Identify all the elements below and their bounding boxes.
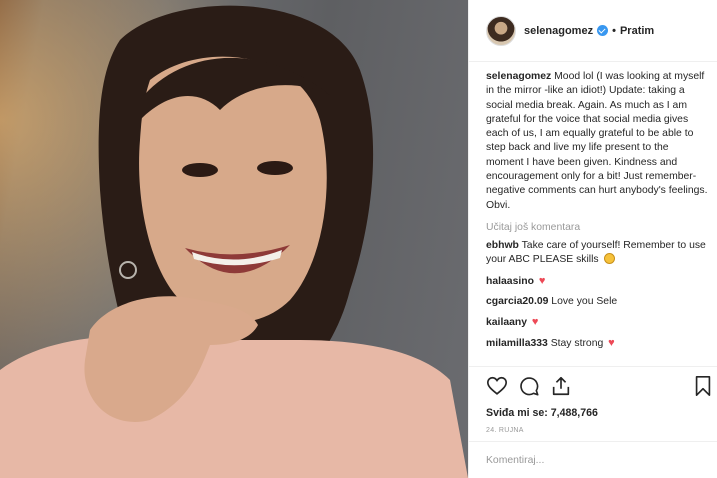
post-side-panel: selenagomez • Pratim selenagomez Mood lo…: [468, 0, 717, 478]
share-icon[interactable]: [550, 375, 572, 397]
comment-item: milamilla333 Stay strong ♥: [486, 336, 708, 351]
post-date[interactable]: 24. RUJNA: [486, 427, 524, 434]
likes-count[interactable]: Sviđa mi se: 7,488,766: [486, 407, 598, 419]
comment-item: kailaany ♥: [486, 315, 708, 330]
heart-emoji-icon: ♥: [608, 337, 615, 350]
separator-dot: •: [612, 24, 616, 37]
follow-button[interactable]: Pratim: [620, 25, 654, 37]
smile-emoji-icon: [603, 253, 615, 265]
comment-item: ebhwb Take care of yourself! Remember to…: [486, 239, 708, 268]
avatar[interactable]: [486, 15, 516, 46]
comment-username[interactable]: cgarcia20.09: [486, 296, 548, 307]
comment-item: halaasino ♥: [486, 274, 708, 289]
instagram-post: selenagomez • Pratim selenagomez Mood lo…: [0, 0, 717, 478]
comment-username[interactable]: halaasino: [486, 276, 534, 287]
comment-item: cgarcia20.09 Love you Sele: [486, 295, 708, 309]
header-username[interactable]: selenagomez: [524, 25, 593, 37]
comment-username[interactable]: ebhwb: [486, 240, 519, 251]
caption-text: Mood lol (I was looking at myself in the…: [486, 71, 708, 211]
action-icons: [486, 375, 572, 397]
load-more-comments-button[interactable]: Učitaj još komentara: [486, 222, 708, 233]
caption: selenagomez Mood lol (I was looking at m…: [486, 70, 708, 213]
comments-section: selenagomez Mood lol (I was looking at m…: [486, 70, 708, 352]
comment-text: Take care of yourself! Remember to use y…: [486, 239, 706, 266]
comment-input[interactable]: [486, 455, 701, 466]
comment-username[interactable]: kailaany: [486, 317, 527, 328]
comment-text: Love you Sele: [551, 295, 618, 307]
comment-text: Stay strong: [550, 338, 604, 350]
comment-box: [469, 441, 717, 478]
bookmark-icon[interactable]: [692, 375, 714, 397]
comment-username[interactable]: milamilla333: [486, 338, 548, 349]
comment-icon[interactable]: [518, 375, 540, 397]
portrait-illustration: [0, 0, 468, 478]
heart-emoji-icon: ♥: [538, 274, 546, 287]
post-header: selenagomez • Pratim: [469, 0, 717, 62]
post-photo[interactable]: [0, 0, 468, 478]
caption-username[interactable]: selenagomez: [486, 71, 551, 82]
heart-icon[interactable]: [486, 375, 508, 397]
heart-emoji-icon: ♥: [531, 316, 539, 329]
verified-badge-icon: [597, 25, 609, 36]
